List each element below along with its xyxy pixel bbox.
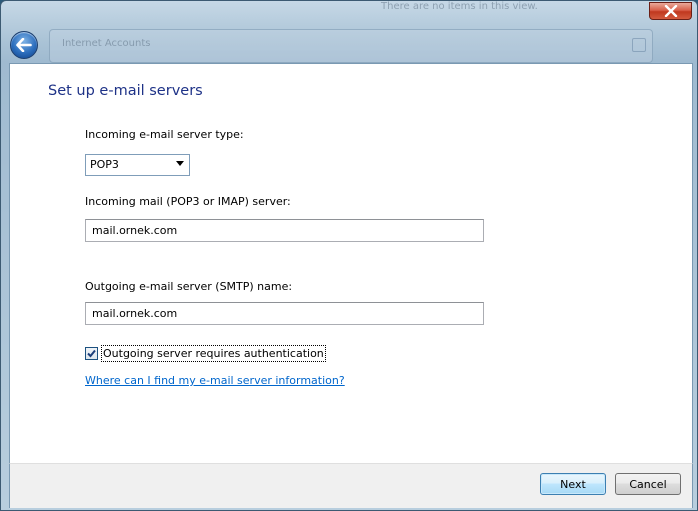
server-type-value: POP3 [90,158,119,171]
page-title: Set up e-mail servers [48,83,203,99]
auth-checkbox[interactable] [85,347,98,360]
back-button[interactable] [10,31,38,59]
wizard-window: There are no items in this view. Interne… [0,0,698,511]
background-window-control [632,38,646,52]
close-button[interactable] [649,2,692,20]
incoming-server-field[interactable] [85,219,484,242]
back-arrow-icon [16,38,32,52]
content-panel: Set up e-mail servers Incoming e-mail se… [9,63,693,463]
background-window-hint: There are no items in this view. [381,1,538,12]
server-info-help-link[interactable]: Where can I find my e-mail server inform… [85,374,345,387]
checkmark-icon [87,349,96,358]
outgoing-server-input[interactable] [86,303,483,324]
cancel-button[interactable]: Cancel [615,473,681,495]
wizard-footer: Next Cancel [9,463,693,508]
next-button[interactable]: Next [540,473,606,495]
server-type-select[interactable]: POP3 [85,154,190,176]
background-window: Internet Accounts [49,29,653,63]
auth-checkbox-label[interactable]: Outgoing server requires authentication [101,345,326,362]
chevron-down-icon [176,161,184,166]
close-icon [664,5,677,17]
outgoing-server-label: Outgoing e-mail server (SMTP) name: [85,280,293,293]
server-type-label: Incoming e-mail server type: [85,128,244,141]
incoming-server-label: Incoming mail (POP3 or IMAP) server: [85,195,291,208]
incoming-server-input[interactable] [86,220,483,241]
background-window-title: Internet Accounts [62,38,151,49]
outgoing-server-field[interactable] [85,302,484,325]
